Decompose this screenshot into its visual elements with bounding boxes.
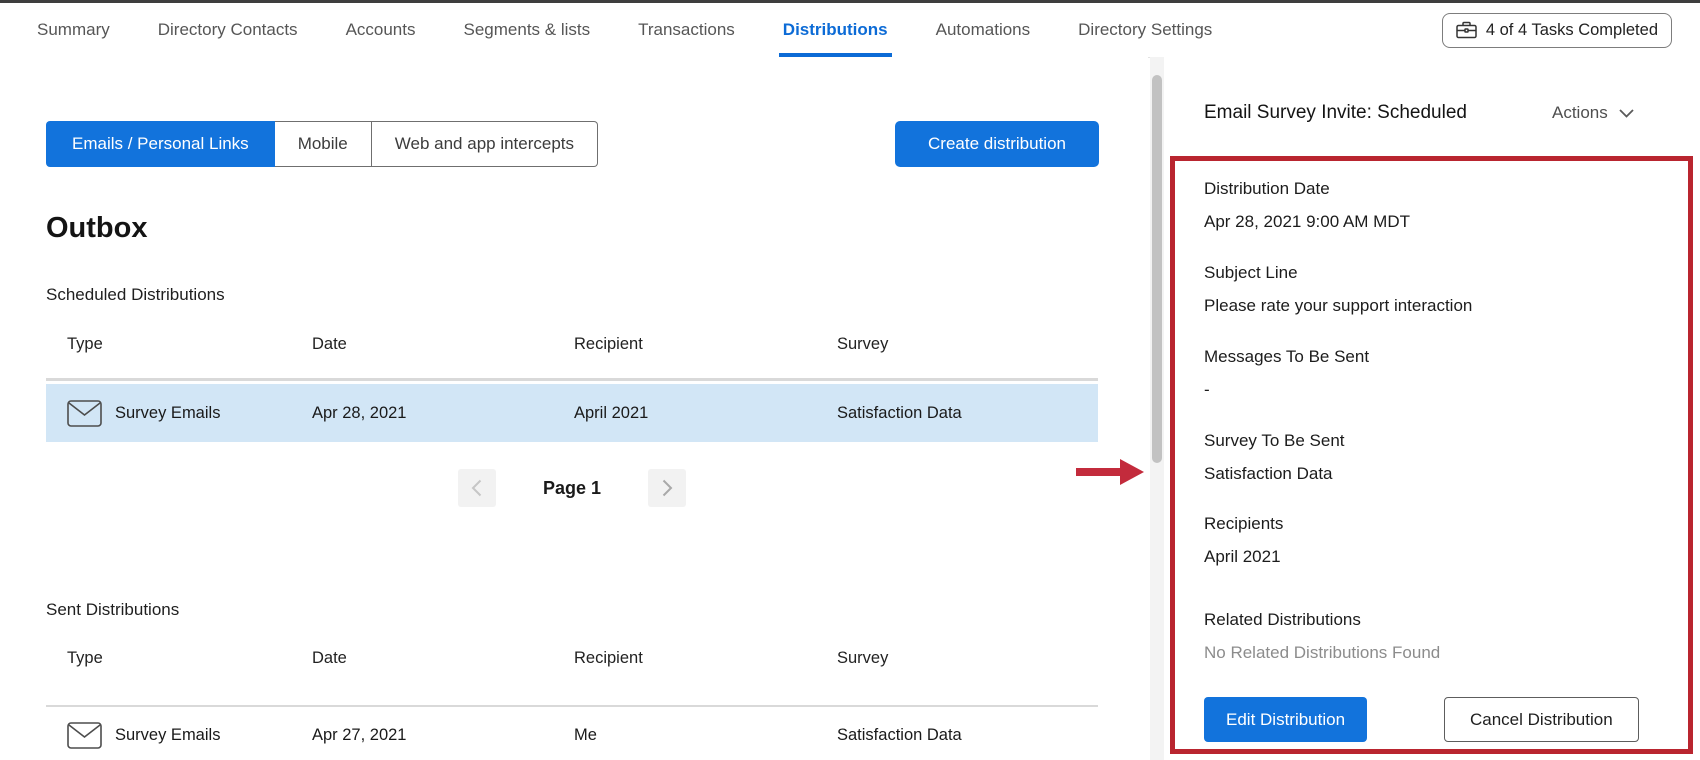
field-related-distributions: Related Distributions No Related Distrib… — [1204, 610, 1361, 630]
actions-dropdown[interactable]: Actions — [1552, 103, 1634, 123]
nav-tab-summary[interactable]: Summary — [37, 3, 110, 57]
segment-mobile[interactable]: Mobile — [275, 121, 372, 167]
scrollbar-thumb[interactable] — [1152, 75, 1162, 463]
page-indicator: Page 1 — [543, 478, 601, 499]
page-title: Outbox — [46, 212, 148, 245]
distributions-content: Emails / Personal Links Mobile Web and a… — [0, 57, 1148, 760]
chevron-down-icon — [1619, 109, 1634, 118]
distribution-detail-panel: Email Survey Invite: Scheduled Actions D… — [1164, 57, 1700, 760]
chevron-left-icon — [471, 479, 482, 497]
scheduled-distributions-heading: Scheduled Distributions — [46, 285, 225, 305]
chevron-right-icon — [662, 479, 673, 497]
nav-tab-transactions[interactable]: Transactions — [638, 3, 735, 57]
field-value: Satisfaction Data — [1204, 464, 1333, 484]
field-messages-to-be-sent: Messages To Be Sent - — [1204, 347, 1369, 367]
distribution-recipient: Me — [574, 726, 837, 745]
field-label: Survey To Be Sent — [1204, 431, 1345, 451]
vertical-scrollbar[interactable] — [1150, 57, 1164, 760]
column-header-type: Type — [46, 335, 312, 354]
next-page-button[interactable] — [648, 469, 686, 507]
field-value: - — [1204, 380, 1210, 400]
field-label: Recipients — [1204, 514, 1283, 534]
field-value: April 2021 — [1204, 547, 1281, 567]
distribution-date: Apr 28, 2021 — [312, 404, 574, 423]
previous-page-button[interactable] — [458, 469, 496, 507]
nav-tab-automations[interactable]: Automations — [936, 3, 1031, 57]
tasks-completed-label: 4 of 4 Tasks Completed — [1486, 21, 1658, 40]
field-value: Apr 28, 2021 9:00 AM MDT — [1204, 212, 1410, 232]
distribution-survey: Satisfaction Data — [837, 726, 1098, 745]
nav-tab-segments-lists[interactable]: Segments & lists — [464, 3, 591, 57]
column-header-date: Date — [312, 649, 574, 668]
field-label: Subject Line — [1204, 263, 1298, 283]
scheduled-table-header: Type Date Recipient Survey — [46, 335, 1098, 354]
sent-distribution-row[interactable]: Survey Emails Apr 27, 2021 Me Satisfacti… — [46, 710, 1098, 760]
pagination: Page 1 — [46, 469, 1098, 507]
column-header-date: Date — [312, 335, 574, 354]
page-body: Emails / Personal Links Mobile Web and a… — [0, 57, 1700, 760]
sent-table-header: Type Date Recipient Survey — [46, 649, 1098, 668]
detail-panel-title: Email Survey Invite: Scheduled — [1204, 102, 1467, 124]
field-distribution-date: Distribution Date Apr 28, 2021 9:00 AM M… — [1204, 179, 1330, 199]
envelope-icon — [67, 400, 102, 427]
field-recipients: Recipients April 2021 — [1204, 514, 1283, 534]
column-header-type: Type — [46, 649, 312, 668]
briefcase-icon — [1456, 21, 1477, 39]
field-label: Related Distributions — [1204, 610, 1361, 630]
nav-tab-directory-settings[interactable]: Directory Settings — [1078, 3, 1212, 57]
actions-label: Actions — [1552, 103, 1608, 123]
column-header-recipient: Recipient — [574, 335, 837, 354]
envelope-icon — [67, 722, 102, 749]
segment-web-app-intercepts[interactable]: Web and app intercepts — [372, 121, 598, 167]
field-value: No Related Distributions Found — [1204, 643, 1440, 663]
cancel-distribution-button[interactable]: Cancel Distribution — [1444, 697, 1639, 742]
table-divider — [46, 705, 1098, 707]
segment-emails-personal-links[interactable]: Emails / Personal Links — [46, 121, 275, 167]
channel-segment-group: Emails / Personal Links Mobile Web and a… — [46, 121, 598, 167]
detail-panel-actions: Edit Distribution Cancel Distribution — [1204, 697, 1367, 742]
sent-distributions-heading: Sent Distributions — [46, 600, 179, 620]
column-header-survey: Survey — [837, 649, 1098, 668]
table-divider — [46, 378, 1098, 381]
field-survey-to-be-sent: Survey To Be Sent Satisfaction Data — [1204, 431, 1345, 451]
tasks-completed-button[interactable]: 4 of 4 Tasks Completed — [1442, 13, 1672, 48]
field-label: Messages To Be Sent — [1204, 347, 1369, 367]
nav-tab-distributions[interactable]: Distributions — [783, 3, 888, 57]
edit-distribution-button[interactable]: Edit Distribution — [1204, 697, 1367, 742]
distribution-recipient: April 2021 — [574, 404, 837, 423]
field-value: Please rate your support interaction — [1204, 296, 1472, 316]
field-subject-line: Subject Line Please rate your support in… — [1204, 263, 1298, 283]
distribution-date: Apr 27, 2021 — [312, 726, 574, 745]
create-distribution-button[interactable]: Create distribution — [895, 121, 1099, 167]
column-header-survey: Survey — [837, 335, 1098, 354]
distribution-type: Survey Emails — [115, 726, 220, 745]
top-navigation: Summary Directory Contacts Accounts Segm… — [0, 3, 1700, 58]
distribution-survey: Satisfaction Data — [837, 404, 1098, 423]
nav-tab-accounts[interactable]: Accounts — [346, 3, 416, 57]
scheduled-distribution-row[interactable]: Survey Emails Apr 28, 2021 April 2021 Sa… — [46, 384, 1098, 442]
field-label: Distribution Date — [1204, 179, 1330, 199]
nav-tab-directory-contacts[interactable]: Directory Contacts — [158, 3, 298, 57]
column-header-recipient: Recipient — [574, 649, 837, 668]
annotation-highlight-box — [1170, 156, 1693, 754]
distribution-type: Survey Emails — [115, 404, 220, 423]
